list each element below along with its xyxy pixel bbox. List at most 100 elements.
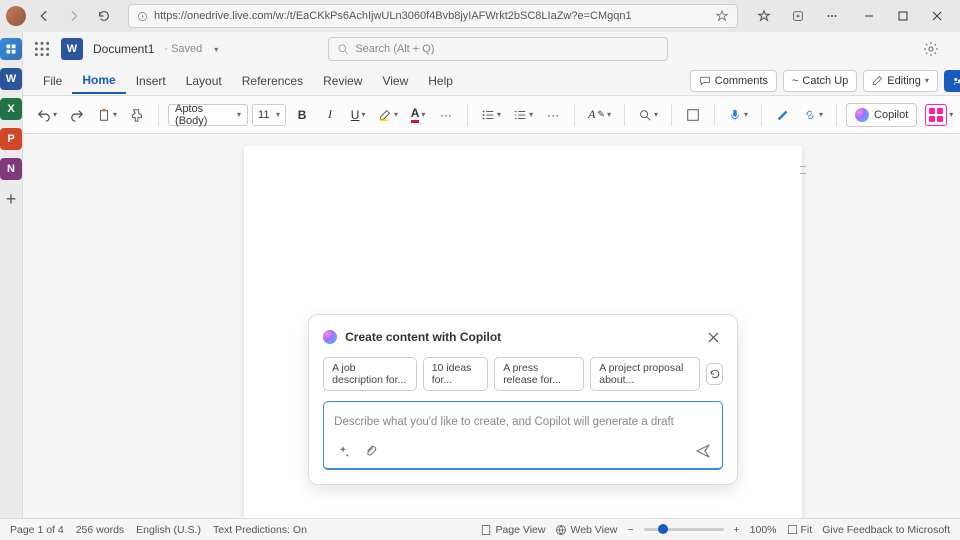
page-view-button[interactable]: Page View: [480, 524, 545, 536]
lock-icon: [137, 11, 148, 22]
status-predictions[interactable]: Text Predictions: On: [213, 524, 307, 536]
tab-references[interactable]: References: [232, 69, 313, 93]
tab-review[interactable]: Review: [313, 69, 372, 93]
refresh-button[interactable]: [92, 4, 116, 28]
numbering-button[interactable]: ▾: [509, 103, 537, 127]
bold-button[interactable]: B: [290, 103, 314, 127]
document-canvas[interactable]: Create content with Copilot A job descri…: [23, 134, 960, 518]
ribbon-tabs: File Home Insert Layout References Revie…: [23, 66, 960, 96]
italic-button[interactable]: I: [318, 103, 342, 127]
search-icon: [337, 43, 349, 55]
app-launcher-icon[interactable]: [33, 40, 51, 58]
styles-button[interactable]: A✎▾: [584, 103, 615, 127]
tab-help[interactable]: Help: [418, 69, 463, 93]
copilot-suggestion-2[interactable]: A press release for...: [494, 357, 584, 391]
highlight-button[interactable]: ▾: [374, 103, 402, 127]
url-input[interactable]: [154, 10, 709, 22]
copilot-pane-title: Create content with Copilot: [345, 330, 695, 344]
document-name[interactable]: Document1: [93, 42, 154, 56]
font-size-select[interactable]: 11▾: [252, 104, 286, 126]
feedback-link[interactable]: Give Feedback to Microsoft: [822, 524, 950, 536]
margin-marker: [800, 166, 806, 174]
copilot-icon: [855, 108, 869, 122]
underline-button[interactable]: U▾: [346, 103, 370, 127]
copilot-ribbon-button[interactable]: Copilot: [846, 103, 917, 127]
copilot-prompt-input[interactable]: [334, 416, 712, 428]
tab-view[interactable]: View: [372, 69, 418, 93]
tab-insert[interactable]: Insert: [126, 69, 176, 93]
zoom-level[interactable]: 100%: [750, 524, 777, 536]
editing-mode-button[interactable]: Editing▾: [863, 70, 938, 92]
copilot-suggestions: A job description for... 10 ideas for...…: [323, 357, 723, 391]
font-more-button[interactable]: ···: [434, 103, 458, 127]
copilot-create-pane: Create content with Copilot A job descri…: [308, 314, 738, 485]
save-status: · Saved: [164, 43, 202, 55]
catchup-button[interactable]: ~Catch Up: [783, 70, 857, 92]
tab-home[interactable]: Home: [72, 68, 125, 94]
search-box[interactable]: Search (Alt + Q): [328, 37, 668, 61]
app-header: W Document1 · Saved ▾ Search (Alt + Q): [23, 32, 960, 66]
copilot-refresh-button[interactable]: [706, 363, 723, 385]
view-switch-button[interactable]: ▾: [921, 103, 957, 127]
word-logo: W: [61, 38, 83, 60]
siderail-word[interactable]: W: [0, 68, 22, 90]
back-button[interactable]: [32, 4, 56, 28]
settings-icon[interactable]: [917, 35, 945, 63]
address-bar[interactable]: [128, 4, 738, 28]
copilot-inspire-icon[interactable]: [334, 442, 352, 460]
minimize-button[interactable]: [852, 0, 886, 32]
undo-button[interactable]: ▾: [33, 103, 61, 127]
copilot-suggestion-0[interactable]: A job description for...: [323, 357, 417, 391]
comments-button[interactable]: Comments: [690, 70, 777, 92]
paragraph-more-button[interactable]: ···: [541, 103, 565, 127]
tab-file[interactable]: File: [33, 69, 72, 93]
read-aloud-icon[interactable]: [715, 9, 729, 23]
more-icon[interactable]: [818, 2, 846, 30]
zoom-in-button[interactable]: +: [734, 524, 740, 536]
close-button[interactable]: [920, 0, 954, 32]
copilot-orb-icon: [323, 330, 337, 344]
copilot-suggestion-1[interactable]: 10 ideas for...: [423, 357, 488, 391]
siderail-home[interactable]: [0, 38, 22, 60]
ribbon-toolbar: ▾ ▾ Aptos (Body)▾ 11▾ B I U▾ ▾ A▾ ··· ▾ …: [23, 96, 960, 134]
editor-button[interactable]: [771, 103, 795, 127]
fit-button[interactable]: Fit: [787, 524, 813, 536]
font-color-button[interactable]: A▾: [406, 103, 430, 127]
tab-layout[interactable]: Layout: [176, 69, 232, 93]
siderail-add[interactable]: +: [0, 188, 22, 210]
siderail-onenote[interactable]: N: [0, 158, 22, 180]
status-page[interactable]: Page 1 of 4: [10, 524, 64, 536]
copilot-input-box[interactable]: [323, 401, 723, 470]
copilot-suggestion-3[interactable]: A project proposal about...: [590, 357, 700, 391]
browser-titlebar: [0, 0, 960, 32]
save-status-dropdown[interactable]: ▾: [214, 45, 218, 54]
siderail-excel[interactable]: X: [0, 98, 22, 120]
redo-button[interactable]: [65, 103, 89, 127]
status-language[interactable]: English (U.S.): [136, 524, 201, 536]
siderail-powerpoint[interactable]: P: [0, 128, 22, 150]
profile-avatar[interactable]: [6, 6, 26, 26]
forward-button[interactable]: [62, 4, 86, 28]
format-painter-button[interactable]: [125, 103, 149, 127]
designer-button[interactable]: [681, 103, 705, 127]
dictate-button[interactable]: ▾: [724, 103, 752, 127]
web-view-button[interactable]: Web View: [555, 524, 617, 536]
copilot-close-button[interactable]: [703, 327, 723, 347]
copilot-send-button[interactable]: [694, 442, 712, 460]
link-button[interactable]: ▾: [799, 103, 827, 127]
share-button[interactable]: Share▾: [944, 70, 960, 92]
collections-icon[interactable]: [784, 2, 812, 30]
copilot-attach-icon[interactable]: [362, 442, 380, 460]
header-more-icon[interactable]: [953, 35, 960, 63]
zoom-out-button[interactable]: −: [627, 524, 633, 536]
bullets-button[interactable]: ▾: [477, 103, 505, 127]
find-button[interactable]: ▾: [634, 103, 662, 127]
app-siderail: W X P N +: [0, 32, 23, 518]
zoom-slider[interactable]: [644, 528, 724, 531]
status-words[interactable]: 256 words: [76, 524, 124, 536]
maximize-button[interactable]: [886, 0, 920, 32]
font-family-select[interactable]: Aptos (Body)▾: [168, 104, 248, 126]
paste-button[interactable]: ▾: [93, 103, 121, 127]
favorites-icon[interactable]: [750, 2, 778, 30]
status-bar: Page 1 of 4 256 words English (U.S.) Tex…: [0, 518, 960, 540]
